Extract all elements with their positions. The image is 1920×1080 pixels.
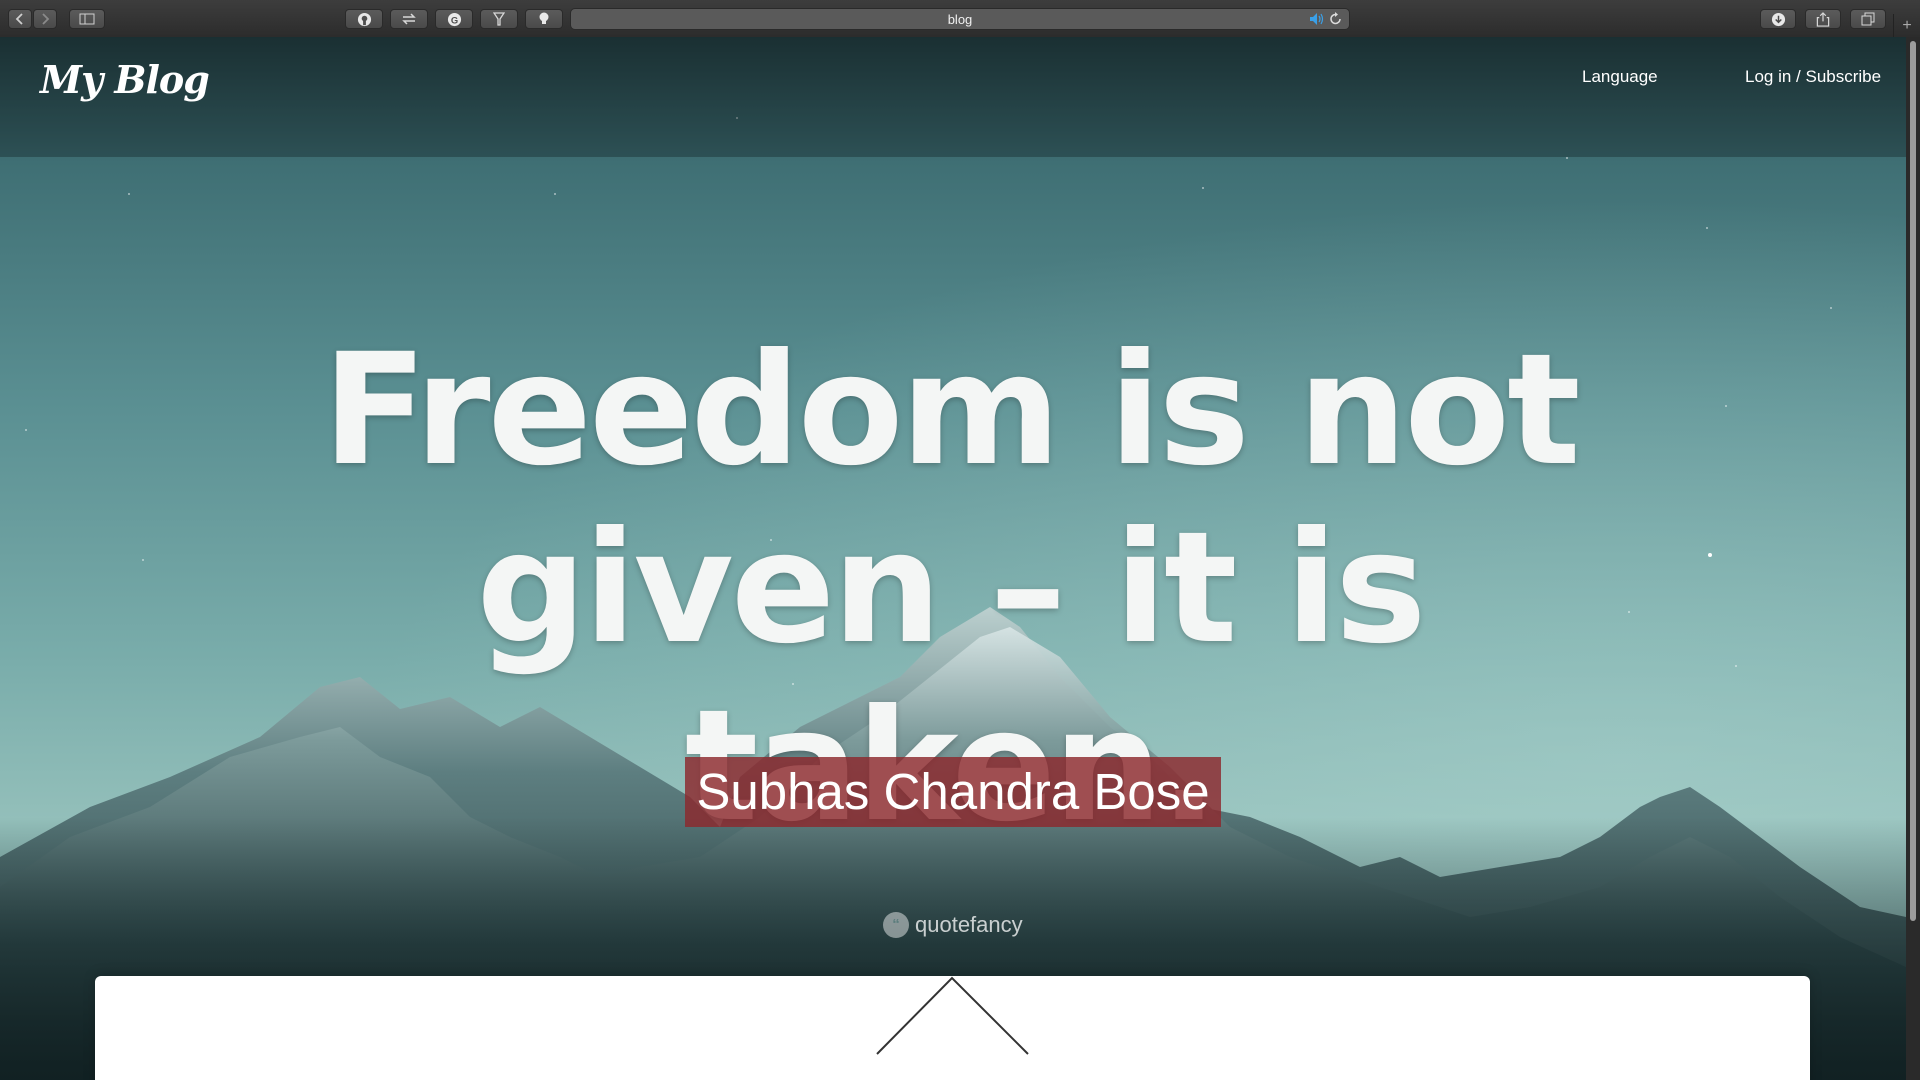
share-icon <box>1816 11 1830 27</box>
tabs-icon <box>1861 12 1875 26</box>
chevron-right-icon <box>42 13 50 25</box>
address-bar[interactable]: blog <box>570 8 1350 30</box>
forward-button[interactable] <box>33 9 57 29</box>
reload-icon[interactable] <box>1329 12 1343 26</box>
download-icon <box>1771 12 1785 26</box>
github-icon <box>357 12 371 26</box>
hero-section: My Blog Language Log in / Subscribe Free… <box>0 37 1906 1080</box>
quotefancy-brand: “ quotefancy <box>883 912 1023 938</box>
chevron-left-icon <box>15 13 23 25</box>
quote-icon: “ <box>883 912 909 938</box>
new-tab-button[interactable]: + <box>1893 14 1920 37</box>
scroll-thumb[interactable] <box>1910 41 1916 921</box>
site-logo[interactable]: My Blog <box>40 57 210 102</box>
swap-icon <box>402 13 416 25</box>
speaker-icon[interactable] <box>1309 12 1325 26</box>
svg-text:G: G <box>450 15 457 25</box>
browser-toolbar: G blog + <box>0 0 1920 38</box>
quote-author: Subhas Chandra Bose <box>685 757 1221 827</box>
filter-extension-button[interactable] <box>480 9 518 29</box>
brand-name: quotefancy <box>915 912 1023 937</box>
sidebar-button[interactable] <box>69 9 105 29</box>
sidebar-icon <box>79 13 95 25</box>
filter-icon <box>493 12 505 26</box>
back-button[interactable] <box>8 9 32 29</box>
share-button[interactable] <box>1805 9 1841 29</box>
bulb-extension-button[interactable] <box>525 9 563 29</box>
nav-login-link[interactable]: Log in / Subscribe <box>1745 67 1881 87</box>
page-scrollbar[interactable] <box>1906 37 1920 1080</box>
chevron-up-icon[interactable] <box>875 976 1030 1056</box>
address-text: blog <box>947 12 973 27</box>
swap-extension-button[interactable] <box>390 9 428 29</box>
quote-line-1: Freedom is not <box>322 321 1580 500</box>
tab-overview-button[interactable] <box>1850 9 1886 29</box>
github-extension-button[interactable] <box>345 9 383 29</box>
lightbulb-icon <box>539 12 549 24</box>
grammarly-extension-button[interactable]: G <box>435 9 473 29</box>
content-card <box>95 976 1810 1080</box>
grammarly-icon: G <box>447 12 461 26</box>
downloads-button[interactable] <box>1760 9 1796 29</box>
nav-language-link[interactable]: Language <box>1582 67 1658 87</box>
